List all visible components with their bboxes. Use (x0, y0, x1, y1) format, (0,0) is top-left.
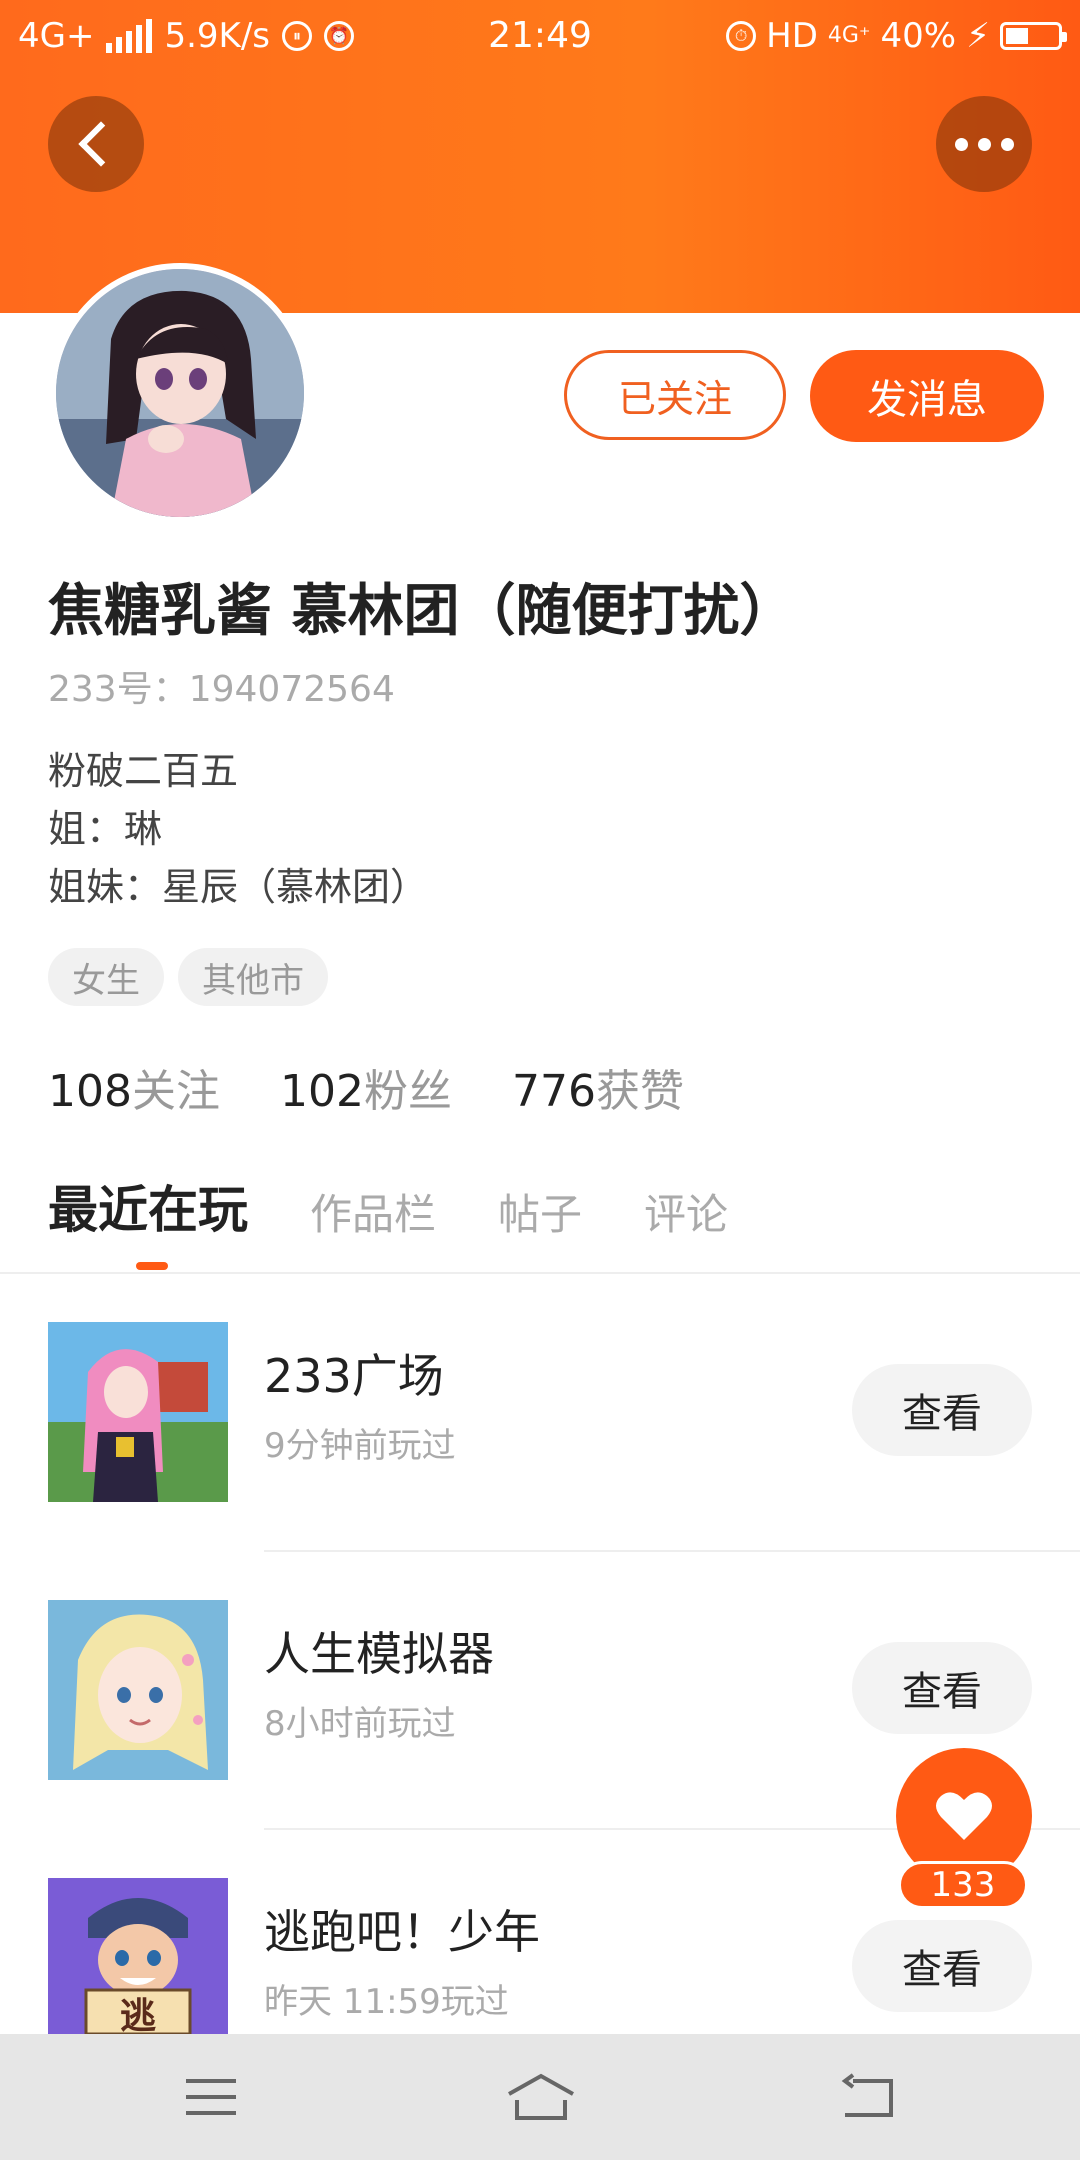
followers-count: 102 (279, 1066, 364, 1117)
tag-list: 女生 其他市 (48, 948, 328, 1006)
following-count: 108 (48, 1066, 132, 1117)
game-title: 人生模拟器 (264, 1627, 494, 1681)
last-played-time: 昨天 11:59玩过 (264, 1982, 509, 2022)
followers-stat[interactable]: 102粉丝 (280, 1055, 452, 1119)
view-game-button[interactable]: 查看 (852, 1642, 1032, 1734)
menu-nav-button[interactable] (166, 2064, 256, 2130)
menu-icon (186, 2079, 236, 2115)
following-stat[interactable]: 108关注 (48, 1055, 220, 1119)
avatar[interactable] (50, 263, 310, 523)
profile-tabs: 最近在玩 作品栏 帖子 评论 (48, 1172, 790, 1242)
game-thumbnail: 逃 (48, 1878, 228, 2034)
likes-count: 776 (511, 1066, 596, 1117)
game-title: 233广场 (264, 1349, 444, 1403)
send-message-button[interactable]: 发消息 (810, 350, 1044, 442)
last-played-time: 9分钟前玩过 (264, 1426, 456, 1466)
battery-icon (1000, 22, 1067, 50)
status-right: ⏱ HD 4G⁺ 40% ⚡ (726, 0, 1067, 72)
location-tag: 其他市 (178, 948, 328, 1006)
tab-posts[interactable]: 帖子 (498, 1181, 582, 1242)
gender-tag: 女生 (48, 948, 164, 1006)
likes-label: 获赞 (595, 1066, 684, 1117)
view-game-button[interactable]: 查看 (852, 1920, 1032, 2012)
following-label: 关注 (131, 1066, 220, 1117)
game-art-escape-boy: 逃 (48, 1878, 228, 2034)
heart-icon (936, 1792, 992, 1840)
game-art-life-simulator (48, 1600, 228, 1780)
active-tab-indicator (136, 1262, 168, 1270)
game-art-233-plaza (48, 1322, 228, 1502)
charging-icon: ⚡ (966, 16, 990, 56)
back-nav-button[interactable] (824, 2064, 914, 2130)
system-navigation-bar (0, 2034, 1080, 2160)
more-dots-icon (954, 137, 1014, 151)
more-options-button[interactable] (936, 96, 1032, 192)
game-thumbnail (48, 1600, 228, 1780)
likes-stat[interactable]: 776获赞 (512, 1055, 684, 1119)
user-id: 233号：194072564 (48, 669, 395, 710)
home-nav-button[interactable] (496, 2064, 586, 2130)
back-button[interactable] (48, 96, 144, 192)
return-icon (841, 2073, 893, 2117)
bio-line: 粉破二百五 (48, 749, 239, 793)
hd-indicator: HD (766, 16, 818, 56)
game-title: 逃跑吧！少年 (264, 1905, 540, 1959)
followers-label: 粉丝 (363, 1066, 452, 1117)
alarm-clock-icon: ⏱ (726, 21, 757, 51)
stats: 108关注 102粉丝 776获赞 (48, 1055, 744, 1119)
avatar-image (56, 269, 304, 517)
status-bar: 4G+ 5.9K/s ⏸ ⏰ 21:49 ⏱ HD 4G⁺ 40% ⚡ (0, 0, 1080, 72)
battery-percent: 40% (880, 16, 957, 56)
tab-works[interactable]: 作品栏 (310, 1181, 436, 1242)
last-played-time: 8小时前玩过 (264, 1704, 456, 1744)
username: 焦糖乳酱 慕林团（随便打扰） (48, 579, 796, 644)
bio-line: 姐：琳 (48, 807, 163, 851)
game-list-item[interactable]: 233广场 9分钟前玩过 查看 (0, 1274, 1080, 1552)
bio: 粉破二百五 姐：琳 姐妹：星辰（慕林团） (48, 742, 428, 916)
thumb-sign-text: 逃 (120, 1996, 156, 2034)
tab-recently-played[interactable]: 最近在玩 (48, 1170, 248, 1242)
tab-comments[interactable]: 评论 (644, 1181, 728, 1242)
network-indicator: 4G⁺ (827, 23, 871, 48)
home-icon (508, 2073, 574, 2120)
bio-line: 姐妹：星辰（慕林团） (48, 865, 429, 909)
like-count-badge: 133 (898, 1861, 1028, 1909)
game-thumbnail (48, 1322, 228, 1502)
followed-button[interactable]: 已关注 (564, 350, 786, 440)
view-game-button[interactable]: 查看 (852, 1364, 1032, 1456)
chevron-left-icon (78, 121, 124, 167)
